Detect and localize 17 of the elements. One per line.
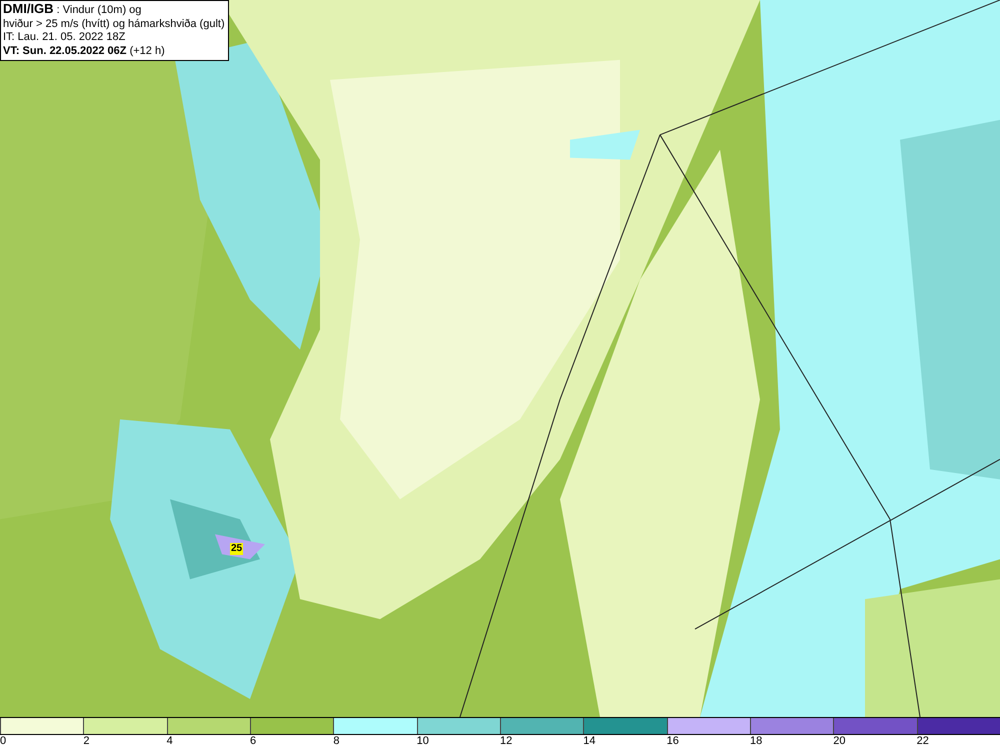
initial-time: IT: Lau. 21. 05. 2022 18Z	[3, 31, 126, 44]
legend-label: 12	[500, 735, 512, 747]
legend-label: 10	[416, 735, 429, 747]
legend-label: 18	[750, 735, 762, 747]
valid-time: VT: Sun. 22.05.2022 06Z (+12 h)	[3, 44, 166, 58]
legend-label: 20	[833, 735, 846, 747]
legend-label: 16	[666, 735, 679, 747]
header-title: DMI/IGB : Vindur (10m) og	[3, 2, 142, 18]
legend-label: 0	[0, 735, 6, 747]
gust-label: 25	[230, 543, 244, 555]
legend-label: 6	[250, 735, 256, 747]
legend-label: 14	[583, 735, 596, 747]
legend-label: 22	[916, 735, 929, 747]
legend-label: 4	[166, 735, 173, 747]
legend-label: 2	[83, 735, 90, 747]
legend-label: 8	[333, 735, 340, 747]
header-subtitle: hviður > 25 m/s (hvítt) og hámarkshviða (gult)	[3, 18, 225, 31]
